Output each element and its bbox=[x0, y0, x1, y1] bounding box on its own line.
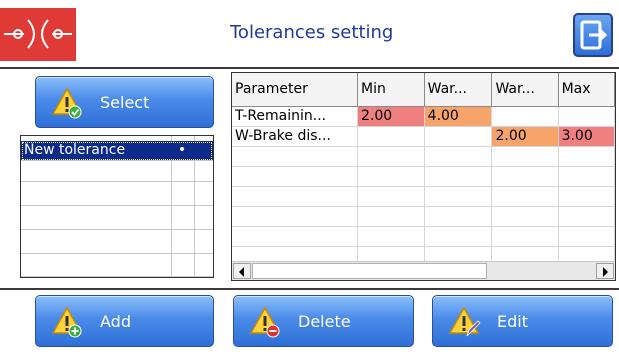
warning-add-icon bbox=[51, 306, 83, 338]
table-cell[interactable]: 4.00 bbox=[424, 106, 493, 127]
table-cell[interactable]: W-Brake dis... bbox=[232, 126, 359, 147]
table-cell[interactable]: 3.00 bbox=[558, 126, 615, 147]
delete-button[interactable]: Delete bbox=[233, 295, 414, 347]
exit-icon bbox=[580, 20, 608, 50]
edit-button-label: Edit bbox=[497, 312, 528, 331]
horizontal-scrollbar[interactable] bbox=[232, 261, 615, 280]
table-cell[interactable]: 2.00 bbox=[491, 126, 559, 147]
delete-button-label: Delete bbox=[298, 312, 351, 331]
list-item[interactable] bbox=[21, 234, 213, 254]
table-cell[interactable] bbox=[357, 126, 425, 147]
select-button[interactable]: Select bbox=[35, 76, 214, 128]
tolerance-grid[interactable]: Parameter Min War... War... Max T-Remain… bbox=[231, 72, 616, 281]
column-header-warn-low[interactable]: War... bbox=[424, 73, 493, 107]
table-row[interactable] bbox=[232, 186, 615, 207]
table-cell[interactable] bbox=[558, 106, 615, 127]
select-button-label: Select bbox=[100, 93, 150, 112]
exit-button[interactable] bbox=[573, 13, 613, 57]
table-row[interactable]: W-Brake dis... 2.00 3.00 bbox=[232, 126, 615, 147]
table-row[interactable]: T-Remainin... 2.00 4.00 bbox=[232, 106, 615, 127]
list-item[interactable] bbox=[21, 257, 213, 277]
chevron-right-icon bbox=[603, 267, 608, 277]
warning-check-icon bbox=[51, 87, 83, 119]
list-item-new-tolerance[interactable]: New tolerance • bbox=[21, 141, 213, 161]
warning-delete-icon bbox=[249, 306, 281, 338]
table-row[interactable] bbox=[232, 206, 615, 227]
brand-logo bbox=[0, 8, 76, 61]
list-item-marker: • bbox=[178, 142, 187, 158]
brand-logo-icon bbox=[4, 19, 72, 49]
table-row[interactable] bbox=[232, 226, 615, 247]
column-header-max[interactable]: Max bbox=[558, 73, 615, 107]
list-item[interactable] bbox=[21, 210, 213, 230]
scroll-left-button[interactable] bbox=[233, 263, 251, 279]
table-cell[interactable] bbox=[424, 126, 493, 147]
scrollbar-thumb[interactable] bbox=[252, 263, 487, 279]
column-header-parameter[interactable]: Parameter bbox=[232, 73, 359, 107]
list-item[interactable] bbox=[21, 162, 213, 182]
list-item[interactable] bbox=[21, 186, 213, 206]
table-row[interactable] bbox=[232, 146, 615, 167]
table-cell[interactable] bbox=[491, 106, 559, 127]
list-item-label: New tolerance bbox=[24, 142, 126, 158]
column-header-min[interactable]: Min bbox=[357, 73, 425, 107]
chevron-left-icon bbox=[239, 267, 244, 277]
column-header-warn-high[interactable]: War... bbox=[491, 73, 559, 107]
edit-button[interactable]: Edit bbox=[432, 295, 613, 347]
page-title: Tolerances setting bbox=[230, 22, 394, 43]
divider bbox=[0, 288, 619, 290]
scroll-right-button[interactable] bbox=[596, 263, 614, 279]
tolerance-list[interactable]: New tolerance • bbox=[20, 135, 214, 278]
warning-edit-icon bbox=[448, 306, 481, 337]
table-cell[interactable]: 2.00 bbox=[357, 106, 425, 127]
add-button-label: Add bbox=[100, 312, 131, 331]
table-cell[interactable]: T-Remainin... bbox=[232, 106, 359, 127]
add-button[interactable]: Add bbox=[35, 295, 214, 347]
table-row[interactable] bbox=[232, 166, 615, 187]
header: Tolerances setting bbox=[0, 0, 619, 69]
